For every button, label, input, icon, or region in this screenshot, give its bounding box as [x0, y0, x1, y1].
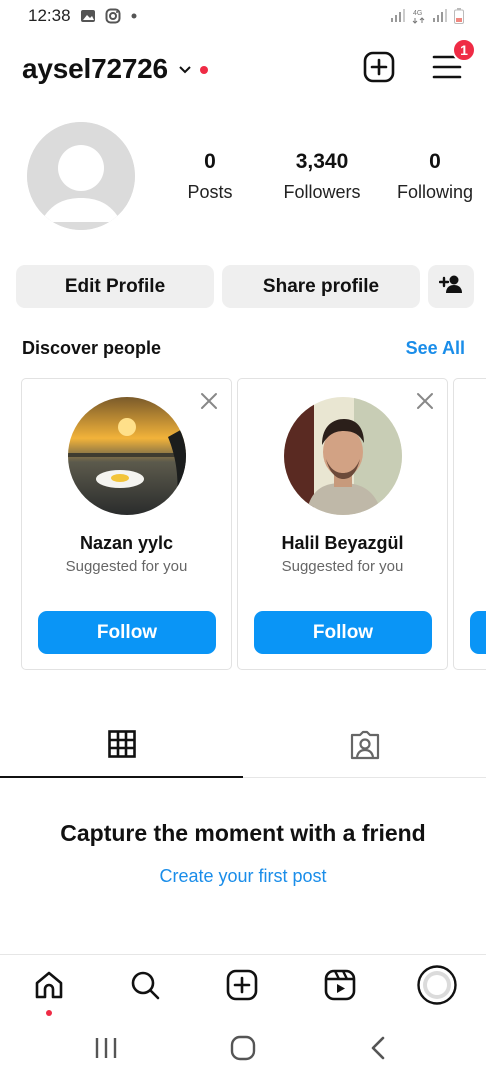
notification-badge: 1: [452, 38, 476, 62]
suggestion-carousel[interactable]: Nazan yylc Suggested for you Follow Hali…: [21, 378, 486, 670]
profile-actions: Edit Profile Share profile: [16, 265, 474, 308]
follow-button[interactable]: Follow: [38, 611, 216, 654]
discover-header: Discover people See All: [22, 338, 465, 359]
signal-icon: [432, 9, 448, 23]
suggestion-avatar[interactable]: [68, 397, 186, 515]
suggestion-card: Nazan yylc Suggested for you Follow: [21, 378, 232, 670]
signal-icon: [390, 9, 406, 23]
system-navigation: [0, 1020, 486, 1080]
suggestion-name[interactable]: Nazan yylc: [22, 533, 231, 554]
profile-icon: [417, 964, 457, 1010]
4g-icon: 4G: [412, 8, 426, 24]
unread-dot: [199, 66, 208, 74]
stat-label: Following: [396, 182, 474, 202]
stat-label: Posts: [187, 182, 233, 202]
tab-posts-grid[interactable]: [0, 722, 243, 778]
new-post-button[interactable]: [362, 51, 396, 88]
stat-posts[interactable]: 0 Posts: [170, 150, 250, 203]
suggestion-subtitle: Suggested for you: [65, 558, 188, 575]
profile-tabs: [0, 722, 486, 778]
svg-text:4G: 4G: [413, 10, 422, 17]
follow-button-partial[interactable]: [470, 611, 486, 654]
instagram-icon: [105, 8, 121, 24]
recent-apps-button[interactable]: [90, 1034, 122, 1066]
nav-reels[interactable]: [320, 967, 360, 1007]
chevron-down-icon[interactable]: [178, 62, 192, 80]
nav-profile[interactable]: [417, 964, 457, 1010]
profile-avatar[interactable]: [27, 122, 135, 230]
grid-icon: [107, 730, 136, 776]
search-icon: [129, 969, 161, 1006]
edit-profile-button[interactable]: Edit Profile: [16, 265, 214, 308]
home-icon: [33, 969, 65, 1006]
stat-value: 3,340: [295, 150, 349, 173]
stat-following[interactable]: 0 Following: [386, 150, 484, 203]
new-post-icon: [363, 51, 395, 88]
dot-icon: [130, 12, 138, 20]
stat-label: Followers: [283, 182, 361, 202]
profile-stats: 0 Posts 3,340 Followers 0 Following: [170, 150, 484, 203]
status-time: 12:38: [28, 6, 71, 25]
add-person-icon: [438, 274, 463, 300]
gallery-icon: [80, 8, 96, 24]
follow-button[interactable]: Follow: [254, 611, 432, 654]
recent-apps-icon: [93, 1036, 119, 1065]
stat-value: 0: [204, 150, 216, 173]
stat-value: 0: [429, 150, 441, 173]
nav-create[interactable]: [222, 967, 262, 1007]
discover-people-button[interactable]: [428, 265, 474, 308]
back-icon: [368, 1035, 388, 1066]
suggestion-card-partial: [453, 378, 486, 670]
suggestion-name[interactable]: Halil Beyazgül: [238, 533, 447, 554]
suggestion-card: Halil Beyazgül Suggested for you Follow: [237, 378, 448, 670]
tab-tagged[interactable]: [243, 722, 486, 778]
share-profile-button[interactable]: Share profile: [222, 265, 420, 308]
create-first-post-link[interactable]: Create your first post: [0, 866, 486, 887]
home-circle-icon: [229, 1034, 257, 1067]
nav-home[interactable]: [29, 967, 69, 1016]
create-icon: [226, 969, 258, 1006]
home-system-button[interactable]: [227, 1034, 259, 1066]
bottom-nav: [0, 954, 486, 1020]
suggestion-subtitle: Suggested for you: [281, 558, 404, 575]
status-bar: 12:38 4G: [0, 0, 486, 32]
battery-icon: [454, 8, 464, 24]
see-all-link[interactable]: See All: [406, 338, 465, 359]
profile-header: aysel72726 1: [22, 38, 476, 92]
close-icon[interactable]: [415, 391, 435, 411]
home-activity-dot: [46, 1010, 52, 1016]
empty-state-title: Capture the moment with a friend: [60, 820, 426, 846]
tagged-icon: [349, 730, 381, 778]
close-icon[interactable]: [199, 391, 219, 411]
discover-title: Discover people: [22, 338, 162, 358]
suggestion-avatar[interactable]: [284, 397, 402, 515]
menu-button[interactable]: 1: [430, 38, 476, 86]
nav-search[interactable]: [125, 967, 165, 1007]
stat-followers[interactable]: 3,340 Followers: [258, 150, 386, 203]
back-button[interactable]: [362, 1034, 394, 1066]
reels-icon: [324, 969, 356, 1006]
username[interactable]: aysel72726: [22, 53, 168, 85]
